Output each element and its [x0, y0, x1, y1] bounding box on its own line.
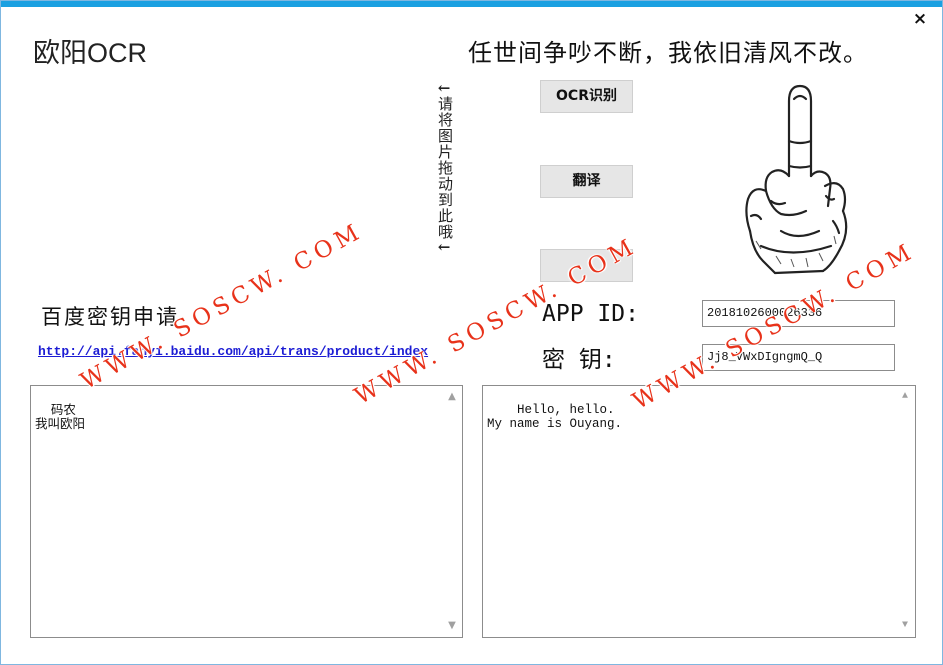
translation-result-textarea[interactable]: Hello, hello. My name is Ouyang. ▲ ▼ — [482, 385, 916, 638]
scroll-down-icon[interactable]: ▼ — [447, 621, 457, 631]
window-top-bar — [1, 1, 942, 7]
translate-button[interactable]: 翻译 — [540, 165, 633, 198]
secret-key-input[interactable]: Jj8_VWxDIgngmQ_Q — [702, 344, 895, 371]
secret-key-label: 密 钥: — [542, 347, 616, 373]
scroll-up-icon[interactable]: ▲ — [900, 392, 910, 402]
close-button[interactable]: × — [910, 9, 930, 29]
app-id-label: APP ID: — [542, 301, 639, 327]
app-title: 欧阳OCR — [33, 38, 147, 68]
scroll-down-icon[interactable]: ▼ — [900, 621, 910, 631]
ocr-source-textarea[interactable]: 码农 我叫欧阳 ▲ ▼ — [30, 385, 463, 638]
translation-result-text: Hello, hello. My name is Ouyang. — [487, 403, 623, 431]
result-scrollbar[interactable]: ▲ ▼ — [895, 386, 915, 637]
app-id-input[interactable]: 2018102600026336 — [702, 300, 895, 327]
middle-finger-hand-image — [745, 84, 848, 275]
source-scrollbar[interactable]: ▲ ▼ — [442, 386, 462, 637]
ocr-button[interactable]: OCR识别 — [540, 80, 633, 113]
app-window: × 欧阳OCR 任世间争吵不断，我依旧清风不改。 ← 请将图片拖动到此哦 ← O… — [0, 0, 943, 665]
ocr-source-text: 码农 我叫欧阳 — [35, 402, 86, 431]
blank-button[interactable] — [540, 249, 633, 282]
arrow-left-icon: ← — [437, 238, 451, 256]
slogan-text: 任世间争吵不断，我依旧清风不改。 — [468, 39, 868, 67]
drop-hint-text: 请将图片拖动到此哦 — [436, 96, 454, 240]
drop-hint: ← 请将图片拖动到此哦 ← — [434, 81, 454, 255]
arrow-left-icon: ← — [437, 79, 451, 97]
key-apply-label: 百度密钥申请 — [41, 305, 179, 329]
scroll-up-icon[interactable]: ▲ — [447, 392, 457, 402]
api-apply-link[interactable]: http://api.fanyi.baidu.com/api/trans/pro… — [38, 344, 488, 359]
